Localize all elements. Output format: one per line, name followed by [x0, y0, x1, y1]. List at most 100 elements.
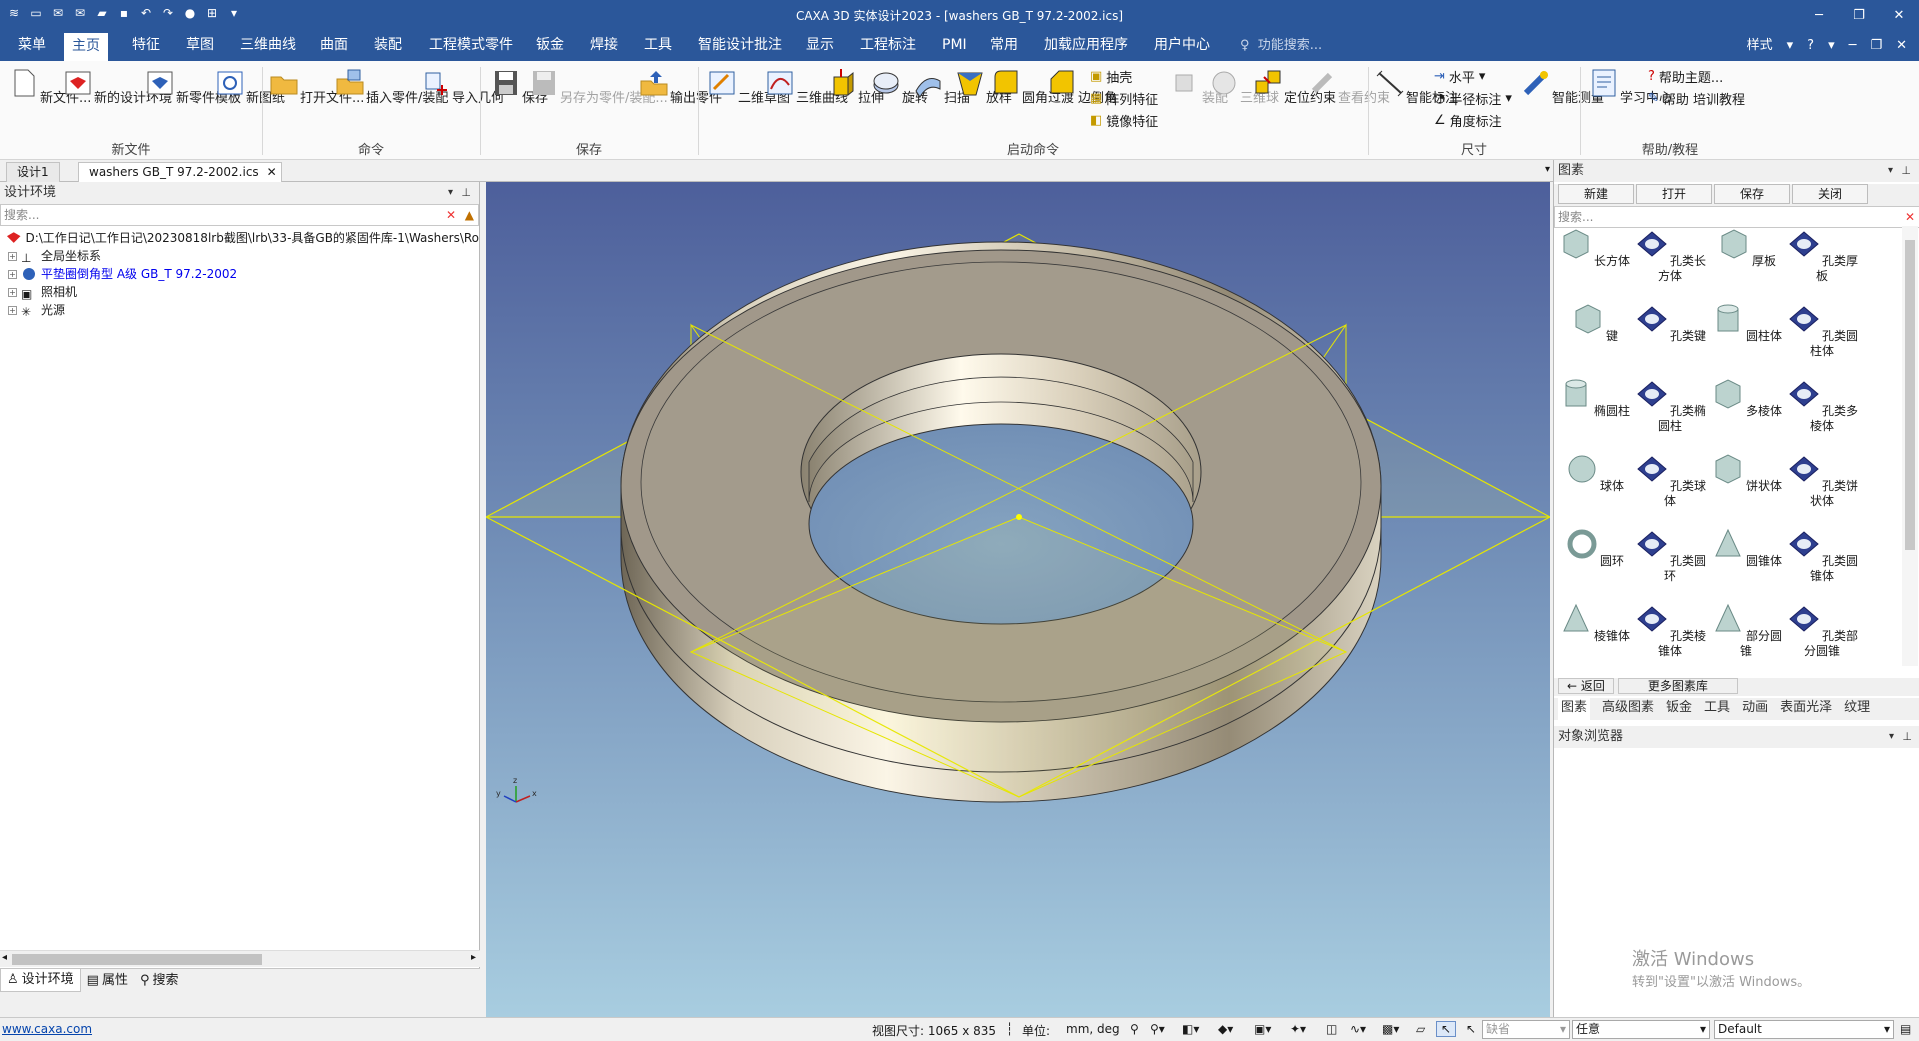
element-item[interactable]: 饼状体 — [1708, 451, 1784, 494]
minimize-icon[interactable]: ─ — [1799, 0, 1839, 30]
element-item[interactable]: 孔类键 — [1632, 301, 1708, 344]
element-item[interactable]: 厚板 — [1708, 226, 1784, 269]
tab-pmi[interactable]: PMI — [934, 30, 975, 61]
tab-properties[interactable]: ▤ 属性 — [81, 969, 134, 992]
tab-animation[interactable]: 动画 — [1742, 698, 1768, 720]
render-icon[interactable]: ◆▾ — [1218, 1022, 1233, 1036]
more-library-button[interactable]: 更多图素库 — [1617, 678, 1738, 694]
element-item[interactable]: 孔类厚板 — [1784, 226, 1860, 284]
tab-sketch[interactable]: 草图 — [178, 30, 222, 61]
element-item[interactable]: 多棱体 — [1708, 376, 1784, 419]
scheme-combo[interactable]: Default ▾ — [1714, 1020, 1894, 1039]
doc-minimize-icon[interactable]: ─ — [1849, 30, 1857, 61]
tab-surface[interactable]: 曲面 — [312, 30, 356, 61]
expand-icon[interactable]: + — [8, 269, 17, 279]
scroll-right-icon[interactable]: ▸ — [471, 952, 476, 963]
tree-item-light[interactable]: + ✳ 光源 — [0, 301, 479, 319]
element-item[interactable]: 孔类多棱体 — [1784, 376, 1860, 434]
element-item[interactable]: 孔类球体 — [1632, 451, 1708, 509]
filter-combo[interactable]: 缺省 ▾ — [1482, 1020, 1570, 1039]
tab-user-center[interactable]: 用户中心 — [1146, 30, 1218, 61]
shell-button[interactable]: ▣ 抽壳 — [1090, 67, 1132, 86]
doc-tab-washers[interactable]: washers GB_T 97.2-2002.ics ✕ — [78, 162, 282, 182]
tab-surface-finish[interactable]: 表面光泽 — [1780, 698, 1832, 720]
catalog-save-button[interactable]: 保存 — [1714, 184, 1790, 204]
radius-dim-button[interactable]: ◔ 半径标注 ▾ — [1434, 89, 1512, 108]
panel-dropdown-icon[interactable]: ▾ — [448, 182, 453, 204]
catalog-close-button[interactable]: 关闭 — [1792, 184, 1868, 204]
anchor-point[interactable] — [1016, 514, 1022, 520]
element-item[interactable]: 孔类圆锥体 — [1784, 526, 1860, 584]
catalog-open-button[interactable]: 打开 — [1636, 184, 1712, 204]
section-icon[interactable]: ◫ — [1326, 1022, 1337, 1036]
tab-tool-elements[interactable]: 工具 — [1704, 698, 1730, 720]
element-item[interactable]: 椭圆柱 — [1556, 376, 1632, 419]
clear-search-icon[interactable]: ✕ — [446, 205, 456, 225]
tab-welding[interactable]: 焊接 — [582, 30, 626, 61]
pin-icon[interactable]: ⊥ — [461, 182, 471, 204]
tab-advanced-elements[interactable]: 高级图素 — [1602, 698, 1654, 720]
element-item[interactable]: 孔类圆柱体 — [1784, 301, 1860, 359]
tab-feature[interactable]: 特征 — [124, 30, 168, 61]
pin-icon[interactable]: ⊥ — [1901, 160, 1911, 182]
zoom-area-icon[interactable]: ⚲▾ — [1150, 1022, 1165, 1036]
tree-search-input[interactable]: 搜索... ✕ ▲ — [0, 204, 479, 226]
scroll-thumb[interactable] — [12, 954, 262, 965]
horizontal-scrollbar[interactable]: ◂ ▸ — [0, 950, 480, 967]
expand-icon[interactable]: + — [8, 287, 17, 297]
tab-assembly[interactable]: 装配 — [366, 30, 410, 61]
expand-icon[interactable]: + — [8, 305, 17, 315]
catalog-search-input[interactable]: 搜索... ✕ — [1554, 206, 1919, 228]
pin-icon[interactable]: ⊥ — [1902, 726, 1912, 748]
tab-eng-annotation[interactable]: 工程标注 — [852, 30, 924, 61]
tab-texture[interactable]: 纹理 — [1844, 698, 1870, 720]
expand-icon[interactable]: + — [8, 251, 17, 261]
panel-dropdown-icon[interactable]: ▾ — [1889, 726, 1894, 748]
tab-sheet-metal[interactable]: 钣金 — [528, 30, 572, 61]
element-item[interactable]: 圆柱体 — [1708, 301, 1784, 344]
vertical-scrollbar[interactable] — [1902, 226, 1918, 666]
help-dropdown-icon[interactable]: ▾ — [1828, 30, 1835, 61]
tab-display[interactable]: 显示 — [798, 30, 842, 61]
back-button[interactable]: ← 返回 — [1558, 678, 1614, 694]
element-item[interactable]: 孔类部分圆锥 — [1784, 601, 1860, 659]
settings-icon[interactable]: ▤ — [1900, 1022, 1911, 1036]
zoom-icon[interactable]: ⚲ — [1130, 1022, 1139, 1036]
selection-combo[interactable]: 任意 ▾ — [1572, 1020, 1710, 1039]
scroll-left-icon[interactable]: ◂ — [2, 952, 7, 963]
tree-item-coord[interactable]: + ⊥ 全局坐标系 — [0, 247, 479, 265]
catalog-new-button[interactable]: 新建 — [1558, 184, 1634, 204]
element-item[interactable]: 圆锥体 — [1708, 526, 1784, 569]
element-item[interactable]: 键 — [1556, 301, 1632, 344]
tab-curve3d[interactable]: 三维曲线 — [232, 30, 304, 61]
tab-search[interactable]: ⚲ 搜索 — [134, 969, 185, 992]
doc-tab-design1[interactable]: 设计1 — [6, 162, 60, 182]
select-pointer-icon[interactable]: ↖ — [1436, 1021, 1456, 1037]
panel-dropdown-icon[interactable]: ▾ — [1888, 160, 1893, 182]
tab-sheet-metal-elements[interactable]: 钣金 — [1666, 698, 1692, 720]
clear-search-icon[interactable]: ✕ — [1905, 207, 1915, 227]
close-icon[interactable]: ✕ — [1879, 0, 1919, 30]
doc-restore-icon[interactable]: ❐ — [1870, 30, 1882, 61]
feature-search[interactable]: ♀ 功能搜索... — [1240, 30, 1322, 61]
box-icon[interactable]: ▩▾ — [1382, 1022, 1399, 1036]
close-tab-icon[interactable]: ✕ — [267, 163, 277, 181]
pattern-button[interactable]: ▦ 阵列特征 — [1090, 89, 1158, 108]
angle-dim-button[interactable]: ∠ 角度标注 — [1434, 111, 1502, 130]
element-item[interactable]: 孔类饼状体 — [1784, 451, 1860, 509]
tree-item-camera[interactable]: + ▣ 照相机 — [0, 283, 479, 301]
tab-menu[interactable]: 菜单 — [10, 30, 54, 61]
tab-tools[interactable]: 工具 — [636, 30, 680, 61]
training-button[interactable]: ✎ 帮助 培训教程 — [1648, 89, 1745, 108]
hide-icon[interactable]: ▱ — [1416, 1022, 1425, 1036]
tab-addins[interactable]: 加载应用程序 — [1036, 30, 1136, 61]
tab-home[interactable]: 主页 — [64, 33, 108, 61]
3d-viewport[interactable]: z x y — [486, 182, 1550, 1017]
help-icon[interactable]: ? — [1807, 30, 1814, 61]
measure-tool-icon[interactable]: ∿▾ — [1350, 1022, 1366, 1036]
element-item[interactable]: 部分圆锥 — [1708, 601, 1784, 659]
style-menu[interactable]: 样式 — [1747, 30, 1773, 61]
tree-root[interactable]: D:\工作日记\工作日记\20230818lrb截图\lrb\33-具备GB的紧… — [0, 229, 479, 247]
tabs-dropdown-icon[interactable]: ▾ — [1545, 164, 1550, 175]
element-item[interactable]: 棱锥体 — [1556, 601, 1632, 644]
